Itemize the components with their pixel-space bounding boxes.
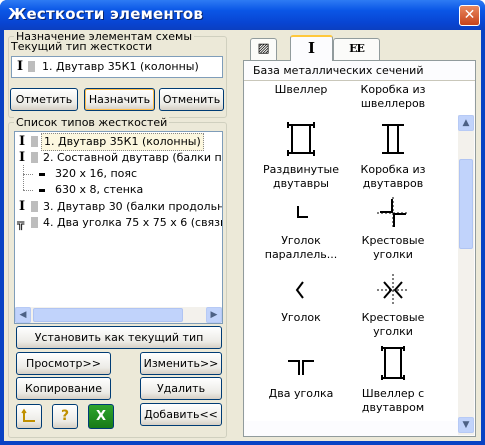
tree-item-label: 3. Двутавр 30 (балки продольны bbox=[43, 200, 223, 213]
current-type-field[interactable]: I 1. Двутавр 35К1 (колонны) bbox=[11, 56, 223, 78]
gallery-vscroll-thumb[interactable] bbox=[459, 159, 473, 249]
gray-marker-icon bbox=[28, 61, 35, 72]
i-beam-icon: I bbox=[307, 39, 316, 57]
gallery-title: База металлических сечений bbox=[253, 64, 424, 77]
set-current-type-button[interactable]: Установить как текущий тип bbox=[16, 326, 222, 349]
gallery-item-channel-i-beam[interactable]: Швеллер с двутавром bbox=[345, 343, 441, 414]
add-button[interactable]: Добавить<< bbox=[140, 403, 222, 426]
double-angle-icon bbox=[288, 360, 314, 375]
i-beam-icon: I bbox=[19, 150, 26, 165]
sections-gallery[interactable]: Швеллер Коробка из швеллеров Раздвинутые… bbox=[245, 81, 474, 421]
gray-marker-icon bbox=[31, 136, 38, 147]
gallery-item-i-beam-box[interactable]: Коробка из двутавров bbox=[345, 119, 441, 190]
edit-button[interactable]: Изменить>> bbox=[140, 352, 222, 375]
plate-icon bbox=[39, 189, 45, 192]
i-beam-icon: I bbox=[19, 199, 26, 214]
angle-rotated-icon bbox=[295, 281, 304, 299]
spread-i-beams-icon bbox=[287, 122, 315, 156]
angle-icon bbox=[297, 206, 308, 218]
ee-icon: EE bbox=[349, 42, 365, 55]
current-type-value: 1. Двутавр 35К1 (колонны) bbox=[42, 60, 199, 73]
tab-hatch[interactable]: ▨ bbox=[250, 38, 277, 60]
unmark-button[interactable]: Отменить bbox=[159, 88, 224, 111]
copy-button[interactable]: Копирование bbox=[16, 377, 111, 400]
tree-connector bbox=[23, 165, 24, 190]
types-tree[interactable]: I 1. Двутавр 35К1 (колонны) I 2. Составн… bbox=[14, 131, 223, 324]
gallery-item-label: Уголок bbox=[281, 311, 321, 324]
tab-panel: База металлических сечений Швеллер Короб… bbox=[243, 60, 476, 437]
dialog-window: Жесткости элементов ✕ Назначение элемент… bbox=[0, 0, 485, 445]
gallery-item-label: Коробка из швеллеров bbox=[360, 83, 426, 110]
dialog-client: Назначение элементам схемы Текущий тип ж… bbox=[4, 30, 481, 441]
tree-item-label: 1. Двутавр 35К1 (колонны) bbox=[41, 133, 204, 151]
gallery-item-spread-i-beams[interactable]: Раздвинутые двутавры bbox=[253, 119, 349, 190]
tree-item-label: 2. Составной двутавр (балки по bbox=[43, 151, 223, 164]
gallery-item-label: Швеллер с двутавром bbox=[361, 387, 425, 414]
gallery-item-cross-angles[interactable]: Крестовые уголки bbox=[345, 196, 441, 261]
gallery-item-channel-box[interactable]: Коробка из швеллеров bbox=[345, 83, 441, 111]
scroll-down-icon[interactable]: ▼ bbox=[458, 417, 474, 433]
gallery-item-label: Швеллер bbox=[274, 83, 328, 96]
current-type-label: Текущий тип жесткости bbox=[11, 40, 153, 53]
tree-connector bbox=[23, 190, 33, 191]
double-angle-icon: ╦ bbox=[17, 216, 25, 230]
gallery-item-label: Крестовые уголки bbox=[361, 234, 425, 261]
tab-i-beam[interactable]: I bbox=[290, 35, 333, 61]
gallery-item-label: Два уголка bbox=[268, 387, 334, 400]
tab-ee[interactable]: EE bbox=[333, 38, 380, 60]
scroll-left-icon[interactable]: ◀ bbox=[15, 307, 31, 323]
gallery-item-label: Коробка из двутавров bbox=[360, 163, 426, 190]
gallery-item-label: Раздвинутые двутавры bbox=[262, 163, 340, 190]
plate-icon bbox=[39, 173, 45, 176]
gallery-item-double-angle[interactable]: Два уголка bbox=[253, 349, 349, 403]
gallery-item-label: Крестовые уголки bbox=[361, 311, 425, 338]
i-beam-box-icon bbox=[382, 124, 404, 154]
gallery-item-cross-angles-2[interactable]: Крестовые уголки bbox=[345, 273, 441, 338]
types-group-legend: Список типов жесткостей bbox=[14, 116, 170, 129]
tree-hscroll-thumb[interactable] bbox=[33, 308, 183, 322]
tree-hscrollbar[interactable]: ◀ ▶ bbox=[15, 307, 222, 323]
channel-i-beam-icon bbox=[381, 346, 405, 380]
mark-button[interactable]: Отметить bbox=[10, 88, 78, 111]
cross-angles-icon bbox=[377, 197, 409, 229]
tree-item-label: 320 x 16, пояс bbox=[55, 167, 138, 180]
help-button[interactable]: ? bbox=[52, 404, 78, 429]
window-title: Жесткости элементов bbox=[8, 5, 204, 23]
gray-marker-icon bbox=[31, 152, 38, 163]
tree-item-label: 630 x 8, стенка bbox=[55, 183, 144, 196]
delete-button[interactable]: Удалить bbox=[140, 377, 222, 400]
cross-angles-rotated-icon bbox=[377, 274, 409, 306]
gallery-item-label: Уголок параллель... bbox=[264, 234, 338, 261]
scroll-up-icon[interactable]: ▲ bbox=[458, 115, 474, 131]
gallery-item-parallel-angle[interactable]: Уголок параллель... bbox=[253, 196, 349, 261]
gray-marker-icon bbox=[31, 217, 38, 228]
sort-button[interactable] bbox=[16, 404, 42, 429]
gallery-item-angle[interactable]: Уголок bbox=[253, 273, 349, 327]
close-dialog-button[interactable]: X bbox=[88, 404, 114, 429]
gray-marker-icon bbox=[31, 201, 38, 212]
close-window-button[interactable]: ✕ bbox=[459, 5, 480, 26]
gallery-item-channel[interactable]: Швеллер bbox=[253, 83, 349, 97]
scroll-right-icon[interactable]: ▶ bbox=[206, 307, 222, 323]
hatch-icon: ▨ bbox=[257, 41, 270, 56]
sort-icon bbox=[21, 408, 35, 422]
gallery-vscrollbar[interactable]: ▲ ▼ bbox=[458, 115, 474, 435]
tree-connector bbox=[23, 174, 33, 175]
i-beam-icon: I bbox=[17, 59, 24, 74]
i-beam-icon: I bbox=[19, 134, 26, 149]
tree-item-label: 4. Два уголка 75 x 75 x 6 (связи) bbox=[43, 216, 223, 229]
view-button[interactable]: Просмотр>> bbox=[16, 352, 111, 375]
assign-button[interactable]: Назначить bbox=[84, 88, 155, 111]
title-bar[interactable]: Жесткости элементов ✕ bbox=[0, 0, 485, 30]
